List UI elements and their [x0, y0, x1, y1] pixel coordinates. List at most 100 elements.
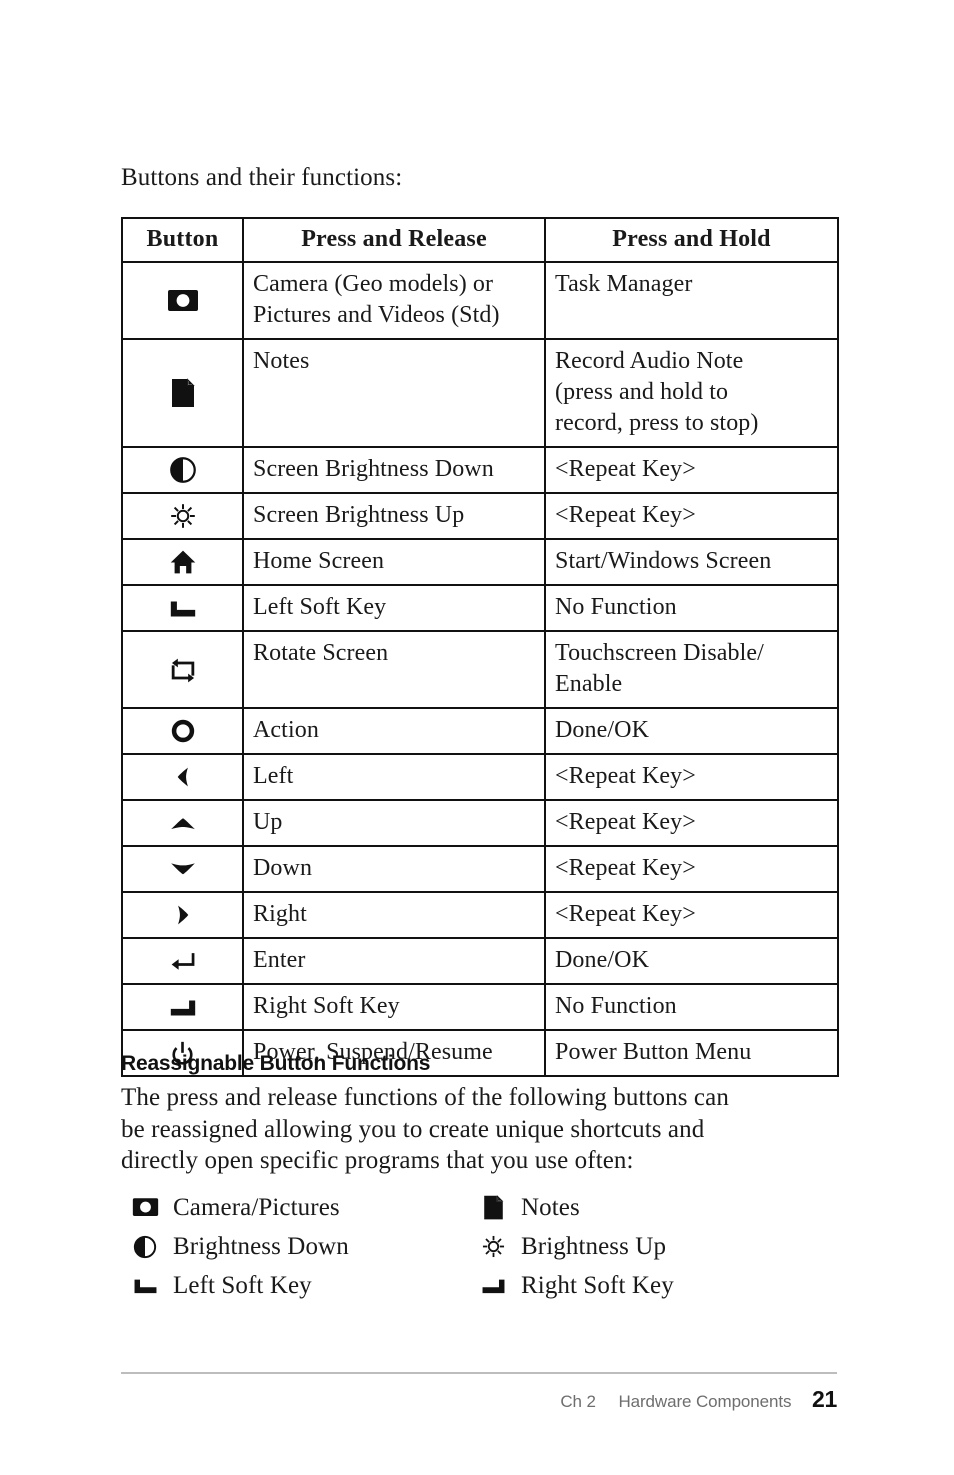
brightness-down-icon: [123, 1234, 167, 1260]
press-hold-cell: <Repeat Key>: [544, 891, 839, 939]
brightness-up-icon: [169, 502, 197, 530]
press-release-cell: Down: [242, 845, 546, 893]
arrow-right-icon: [170, 902, 196, 928]
cell-line: Action: [253, 717, 319, 743]
press-release-cell: Right Soft Key: [242, 983, 546, 1031]
table-row: Screen Brightness Up <Repeat Key>: [121, 492, 839, 540]
press-hold-cell: Done/OK: [544, 937, 839, 985]
home-icon-cell: [121, 538, 244, 586]
press-hold-cell: Task Manager: [544, 261, 839, 340]
table-row: Notes Record Audio Note (press and hold …: [121, 338, 839, 448]
table-row: Enter Done/OK: [121, 937, 839, 985]
column-header-press-hold: Press and Hold: [544, 217, 839, 263]
body-line: The press and release functions of the f…: [121, 1084, 729, 1111]
enter-icon-cell: [121, 937, 244, 985]
table-row: Home Screen Start/Windows Screen: [121, 538, 839, 586]
list-item: Notes: [471, 1193, 819, 1223]
cell-line: Pictures and Videos (Std): [253, 302, 500, 328]
cell-line: Down: [253, 855, 313, 881]
list-row: Camera/Pictures Notes: [123, 1188, 823, 1227]
cell-line: Rotate Screen: [253, 640, 389, 666]
press-release-cell: Enter: [242, 937, 546, 985]
reassignable-buttons-list: Camera/Pictures Notes Brightness Down Br…: [123, 1188, 823, 1305]
cell-line: No Function: [555, 594, 677, 620]
cell-line: Power Button Menu: [555, 1039, 752, 1065]
press-hold-cell: Touchscreen Disable/ Enable: [544, 630, 839, 709]
brightness-up-icon-cell: [121, 492, 244, 540]
cell-line: <Repeat Key>: [555, 901, 696, 927]
list-item-label: Left Soft Key: [173, 1271, 312, 1299]
body-line: directly open specific programs that you…: [121, 1147, 634, 1174]
table-row: Right <Repeat Key>: [121, 891, 839, 939]
list-item: Camera/Pictures: [123, 1193, 471, 1223]
press-release-cell: Left Soft Key: [242, 584, 546, 632]
table-row: Camera (Geo models) or Pictures and Vide…: [121, 261, 839, 340]
cell-line: No Function: [555, 993, 677, 1019]
cell-line: <Repeat Key>: [555, 809, 696, 835]
action-circle-icon: [169, 717, 197, 745]
buttons-functions-table: Button Press and Release Press and Hold …: [121, 217, 839, 1077]
arrow-down-icon: [169, 855, 197, 883]
rotate-screen-icon: [168, 655, 198, 685]
cell-line: Up: [253, 809, 283, 835]
press-hold-cell: Start/Windows Screen: [544, 538, 839, 586]
arrow-down-icon-cell: [121, 845, 244, 893]
page-footer: Ch 2 Hardware Components 21: [121, 1386, 837, 1413]
right-soft-key-icon: [471, 1272, 515, 1299]
cell-line: Screen Brightness Down: [253, 456, 494, 482]
section-body: The press and release functions of the f…: [121, 1082, 821, 1177]
table-row: Left Soft Key No Function: [121, 584, 839, 632]
intro-text: Buttons and their functions:: [121, 164, 403, 191]
press-release-cell: Camera (Geo models) or Pictures and Vide…: [242, 261, 546, 340]
list-item: Brightness Up: [471, 1232, 819, 1262]
arrow-left-icon: [170, 764, 196, 790]
list-item-label: Right Soft Key: [521, 1271, 674, 1299]
manual-page: Buttons and their functions: Button Pres…: [121, 0, 839, 1475]
cell-line: record, press to stop): [555, 410, 759, 436]
list-item-label: Brightness Up: [521, 1232, 667, 1260]
list-item: Brightness Down: [123, 1232, 471, 1262]
press-hold-cell: <Repeat Key>: [544, 845, 839, 893]
table-row: Down <Repeat Key>: [121, 845, 839, 893]
list-item-label: Camera/Pictures: [173, 1193, 340, 1221]
left-soft-key-icon: [168, 593, 198, 623]
cell-line: Record Audio Note: [555, 348, 744, 374]
list-item: Left Soft Key: [123, 1271, 471, 1301]
cell-line: Screen Brightness Up: [253, 502, 465, 528]
body-line: be reassigned allowing you to create uni…: [121, 1115, 705, 1143]
brightness-up-icon: [471, 1234, 515, 1259]
cell-line: Enter: [253, 947, 306, 973]
list-row: Left Soft Key Right Soft Key: [123, 1266, 823, 1305]
table-row: Rotate Screen Touchscreen Disable/ Enabl…: [121, 630, 839, 709]
cell-line: Left: [253, 763, 294, 789]
left-soft-key-icon-cell: [121, 584, 244, 632]
cell-line: Enable: [555, 671, 623, 697]
press-hold-cell: Power Button Menu: [544, 1029, 839, 1077]
press-release-cell: Screen Brightness Down: [242, 446, 546, 494]
right-soft-key-icon-cell: [121, 983, 244, 1031]
cell-line: <Repeat Key>: [555, 855, 696, 881]
note-page-icon: [167, 377, 199, 409]
cell-line: (press and hold to: [555, 379, 729, 405]
rotate-screen-icon-cell: [121, 630, 244, 709]
press-release-cell: Up: [242, 799, 546, 847]
table-header-row: Button Press and Release Press and Hold: [121, 217, 839, 263]
press-hold-cell: <Repeat Key>: [544, 492, 839, 540]
footer-chapter: Ch 2: [560, 1392, 596, 1411]
table-row: Action Done/OK: [121, 707, 839, 755]
footer-section: Hardware Components: [618, 1392, 792, 1411]
cell-line: Touchscreen Disable/: [555, 640, 764, 666]
cell-line: Done/OK: [555, 947, 650, 973]
press-hold-cell: <Repeat Key>: [544, 446, 839, 494]
camera-icon: [167, 285, 199, 317]
table-row: Up <Repeat Key>: [121, 799, 839, 847]
cell-line: Notes: [253, 348, 310, 374]
arrow-right-icon-cell: [121, 891, 244, 939]
press-hold-cell: Done/OK: [544, 707, 839, 755]
list-row: Brightness Down Brightness Up: [123, 1227, 823, 1266]
camera-icon: [123, 1194, 167, 1221]
cell-line: Start/Windows Screen: [555, 548, 772, 574]
press-hold-cell: No Function: [544, 983, 839, 1031]
cell-line: <Repeat Key>: [555, 502, 696, 528]
press-release-cell: Action: [242, 707, 546, 755]
